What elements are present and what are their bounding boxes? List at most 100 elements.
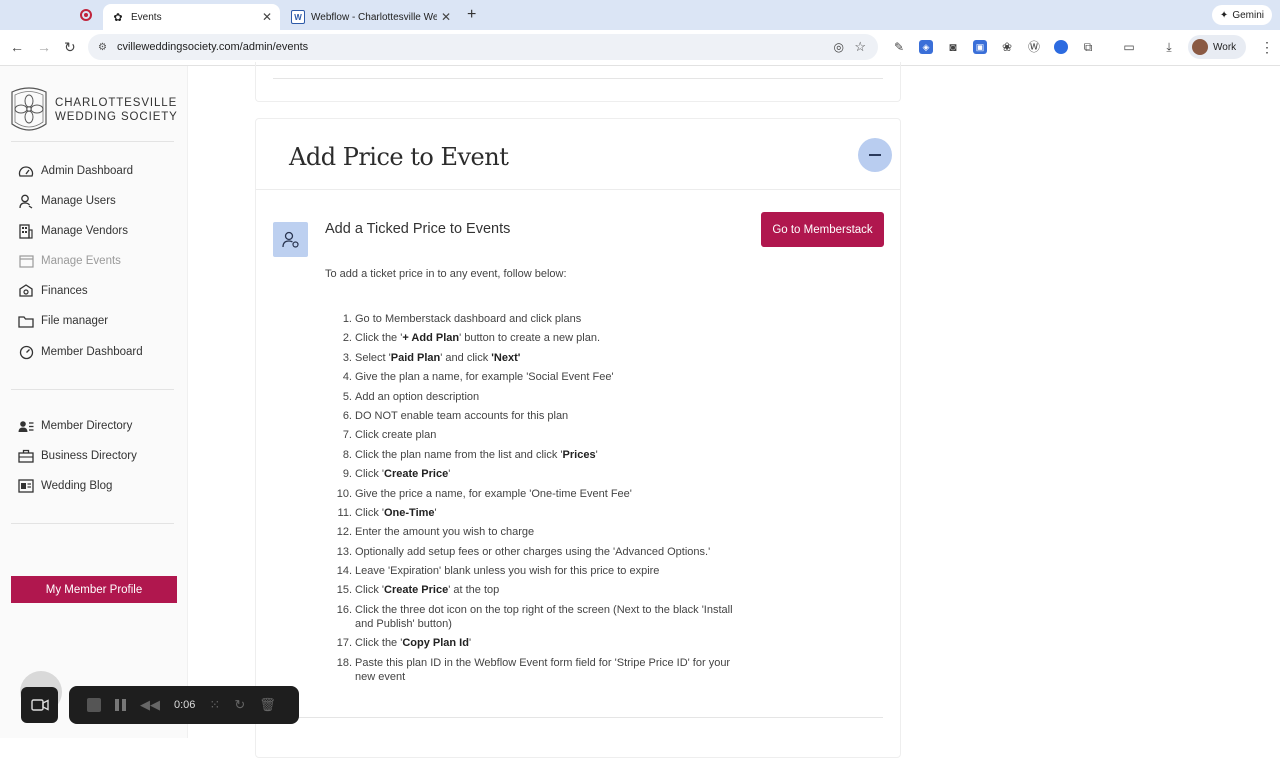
step-number: 15. [336, 584, 352, 597]
step-emphasis: Copy Plan Id [402, 637, 469, 650]
list-item: 12. Enter the amount you wish to charge [322, 525, 752, 539]
folder-icon [18, 313, 34, 329]
building-icon [18, 223, 34, 239]
finance-icon [18, 283, 34, 299]
divider [11, 523, 174, 524]
forward-icon[interactable]: → [37, 39, 51, 55]
go-to-memberstack-button[interactable]: Go to Memberstack [761, 212, 884, 247]
step-number: 6. [342, 409, 352, 422]
step-emphasis: 'Next' [491, 351, 521, 364]
list-item: 15. Click 'Create Price' at the top [322, 583, 752, 597]
dashboard-icon [18, 163, 34, 179]
sidebar-item-member-dashboard[interactable]: Member Dashboard [18, 343, 143, 361]
step-number: 16. [336, 603, 352, 616]
step-number: 2. [342, 332, 352, 345]
sidebar-item-member-directory[interactable]: Member Directory [18, 417, 132, 435]
step-number: 11. [337, 506, 352, 519]
camera-icon[interactable]: ◙ [946, 40, 960, 54]
calendar-icon [18, 253, 34, 269]
step-number: 4. [342, 371, 352, 384]
divider [273, 78, 883, 79]
user-icon [18, 193, 34, 209]
sidebar: CHARLOTTESVILLE WEDDING SOCIETY Admin Da… [0, 66, 188, 738]
back-icon[interactable]: ← [10, 39, 24, 55]
close-tab-icon[interactable]: ✕ [441, 10, 451, 24]
list-item: 5. Add an option description [322, 390, 752, 404]
sidebar-item-manage-vendors[interactable]: Manage Vendors [18, 222, 128, 240]
webflow-icon: W [291, 10, 305, 24]
divider [11, 389, 174, 390]
step-text: Click the ' [355, 637, 403, 650]
wordpress-icon[interactable]: Ⓦ [1027, 40, 1041, 54]
step-text: Click create plan [355, 429, 437, 442]
trash-icon[interactable]: 🗑 [259, 697, 276, 713]
extension-icon[interactable]: ◈ [919, 40, 933, 54]
recording-controls: ◀◀ 0:06 ⁙ ↻ 🗑 [69, 686, 299, 724]
collapse-button[interactable] [858, 138, 892, 172]
puzzle-icon[interactable]: ⧉ [1081, 40, 1095, 54]
list-item: 8. Click the plan name from the list and … [322, 448, 752, 462]
sidebar-item-admin-dashboard[interactable]: Admin Dashboard [18, 162, 133, 180]
list-item: 7. Click create plan [322, 428, 752, 442]
list-item: 9. Click 'Create Price' [322, 467, 752, 481]
sidebar-item-manage-events[interactable]: Manage Events [18, 252, 121, 270]
profile-button[interactable]: Work [1188, 35, 1246, 59]
tab-title: Webflow - Charlottesville We [311, 11, 437, 23]
step-emphasis: Create Price [384, 584, 449, 597]
sidebar-item-file-manager[interactable]: File manager [18, 312, 108, 330]
download-icon[interactable]: ⤓ [1162, 40, 1176, 54]
sidebar-item-wedding-blog[interactable]: Wedding Blog [18, 477, 112, 495]
address-bar[interactable]: ⚙ cvilleweddingsociety.com/admin/events … [88, 34, 878, 60]
sidebar-item-manage-users[interactable]: Manage Users [18, 192, 116, 210]
brand-name[interactable]: CHARLOTTESVILLE WEDDING SOCIETY [55, 96, 178, 124]
list-item: 6. DO NOT enable team accounts for this p… [322, 409, 752, 423]
extension-icon[interactable]: ❀ [1000, 40, 1014, 54]
rewind-icon[interactable]: ◀◀ [140, 697, 160, 713]
step-text: Go to Memberstack dashboard and click pl… [355, 313, 582, 325]
list-item: 18. Paste this plan ID in the Webflow Eve… [322, 656, 752, 684]
tab-title: Events [131, 11, 162, 23]
tab-webflow[interactable]: W Webflow - Charlottesville We ✕ [283, 4, 459, 30]
step-text: Click ' [355, 468, 384, 481]
my-member-profile-button[interactable]: My Member Profile [11, 576, 177, 603]
gemini-button[interactable]: ✦ Gemini [1211, 5, 1272, 25]
flower-icon: ✿ [113, 11, 123, 24]
avatar [1192, 39, 1208, 55]
pause-icon[interactable] [115, 699, 126, 711]
extension-icon[interactable]: ▣ [973, 40, 987, 54]
gauge-icon [18, 344, 34, 360]
eye-off-icon[interactable]: ◎ [834, 40, 844, 54]
user-settings-icon [273, 222, 308, 257]
extension-icon[interactable] [1054, 40, 1068, 54]
sidebar-item-finances[interactable]: Finances [18, 282, 88, 300]
step-text: Click the three dot icon on the top righ… [355, 603, 733, 630]
step-text: ' button to create a new plan. [459, 332, 601, 345]
step-text: Paste this plan ID in the Webflow Event … [355, 656, 731, 683]
step-number: 13. [336, 545, 352, 558]
step-emphasis: + Add Plan [402, 332, 460, 345]
tab-events[interactable]: ✿ Events ✕ [103, 4, 280, 30]
step-number: 18. [336, 656, 352, 669]
reload-icon[interactable]: ↻ [64, 39, 76, 56]
close-tab-icon[interactable]: ✕ [262, 10, 272, 24]
site-info-icon[interactable]: ⚙ [98, 42, 107, 53]
browser-toolbar: ← → ↻ ⚙ cvilleweddingsociety.com/admin/e… [0, 30, 1280, 66]
divider [11, 141, 174, 142]
url-text: cvilleweddingsociety.com/admin/events [116, 41, 309, 53]
stop-icon[interactable] [87, 698, 101, 712]
camera-toggle-button[interactable] [21, 687, 58, 723]
minus-icon [869, 154, 881, 156]
recording-indicator-icon [80, 9, 92, 21]
step-number: 3. [342, 351, 352, 364]
bookmark-star-icon[interactable]: ☆ [854, 39, 866, 55]
step-text: Enter the amount you wish to charge [355, 526, 535, 539]
menu-icon[interactable]: ⋮ [1260, 39, 1274, 56]
side-panel-icon[interactable]: ▭ [1122, 40, 1136, 54]
restart-icon[interactable]: ↻ [234, 697, 245, 713]
grid-icon[interactable]: ⁙ [209, 697, 220, 713]
step-text: Click ' [355, 584, 384, 597]
divider [273, 717, 883, 718]
new-tab-button[interactable]: + [467, 6, 476, 24]
sidebar-item-business-directory[interactable]: Business Directory [18, 447, 137, 465]
pen-icon[interactable]: ✎ [892, 40, 906, 54]
